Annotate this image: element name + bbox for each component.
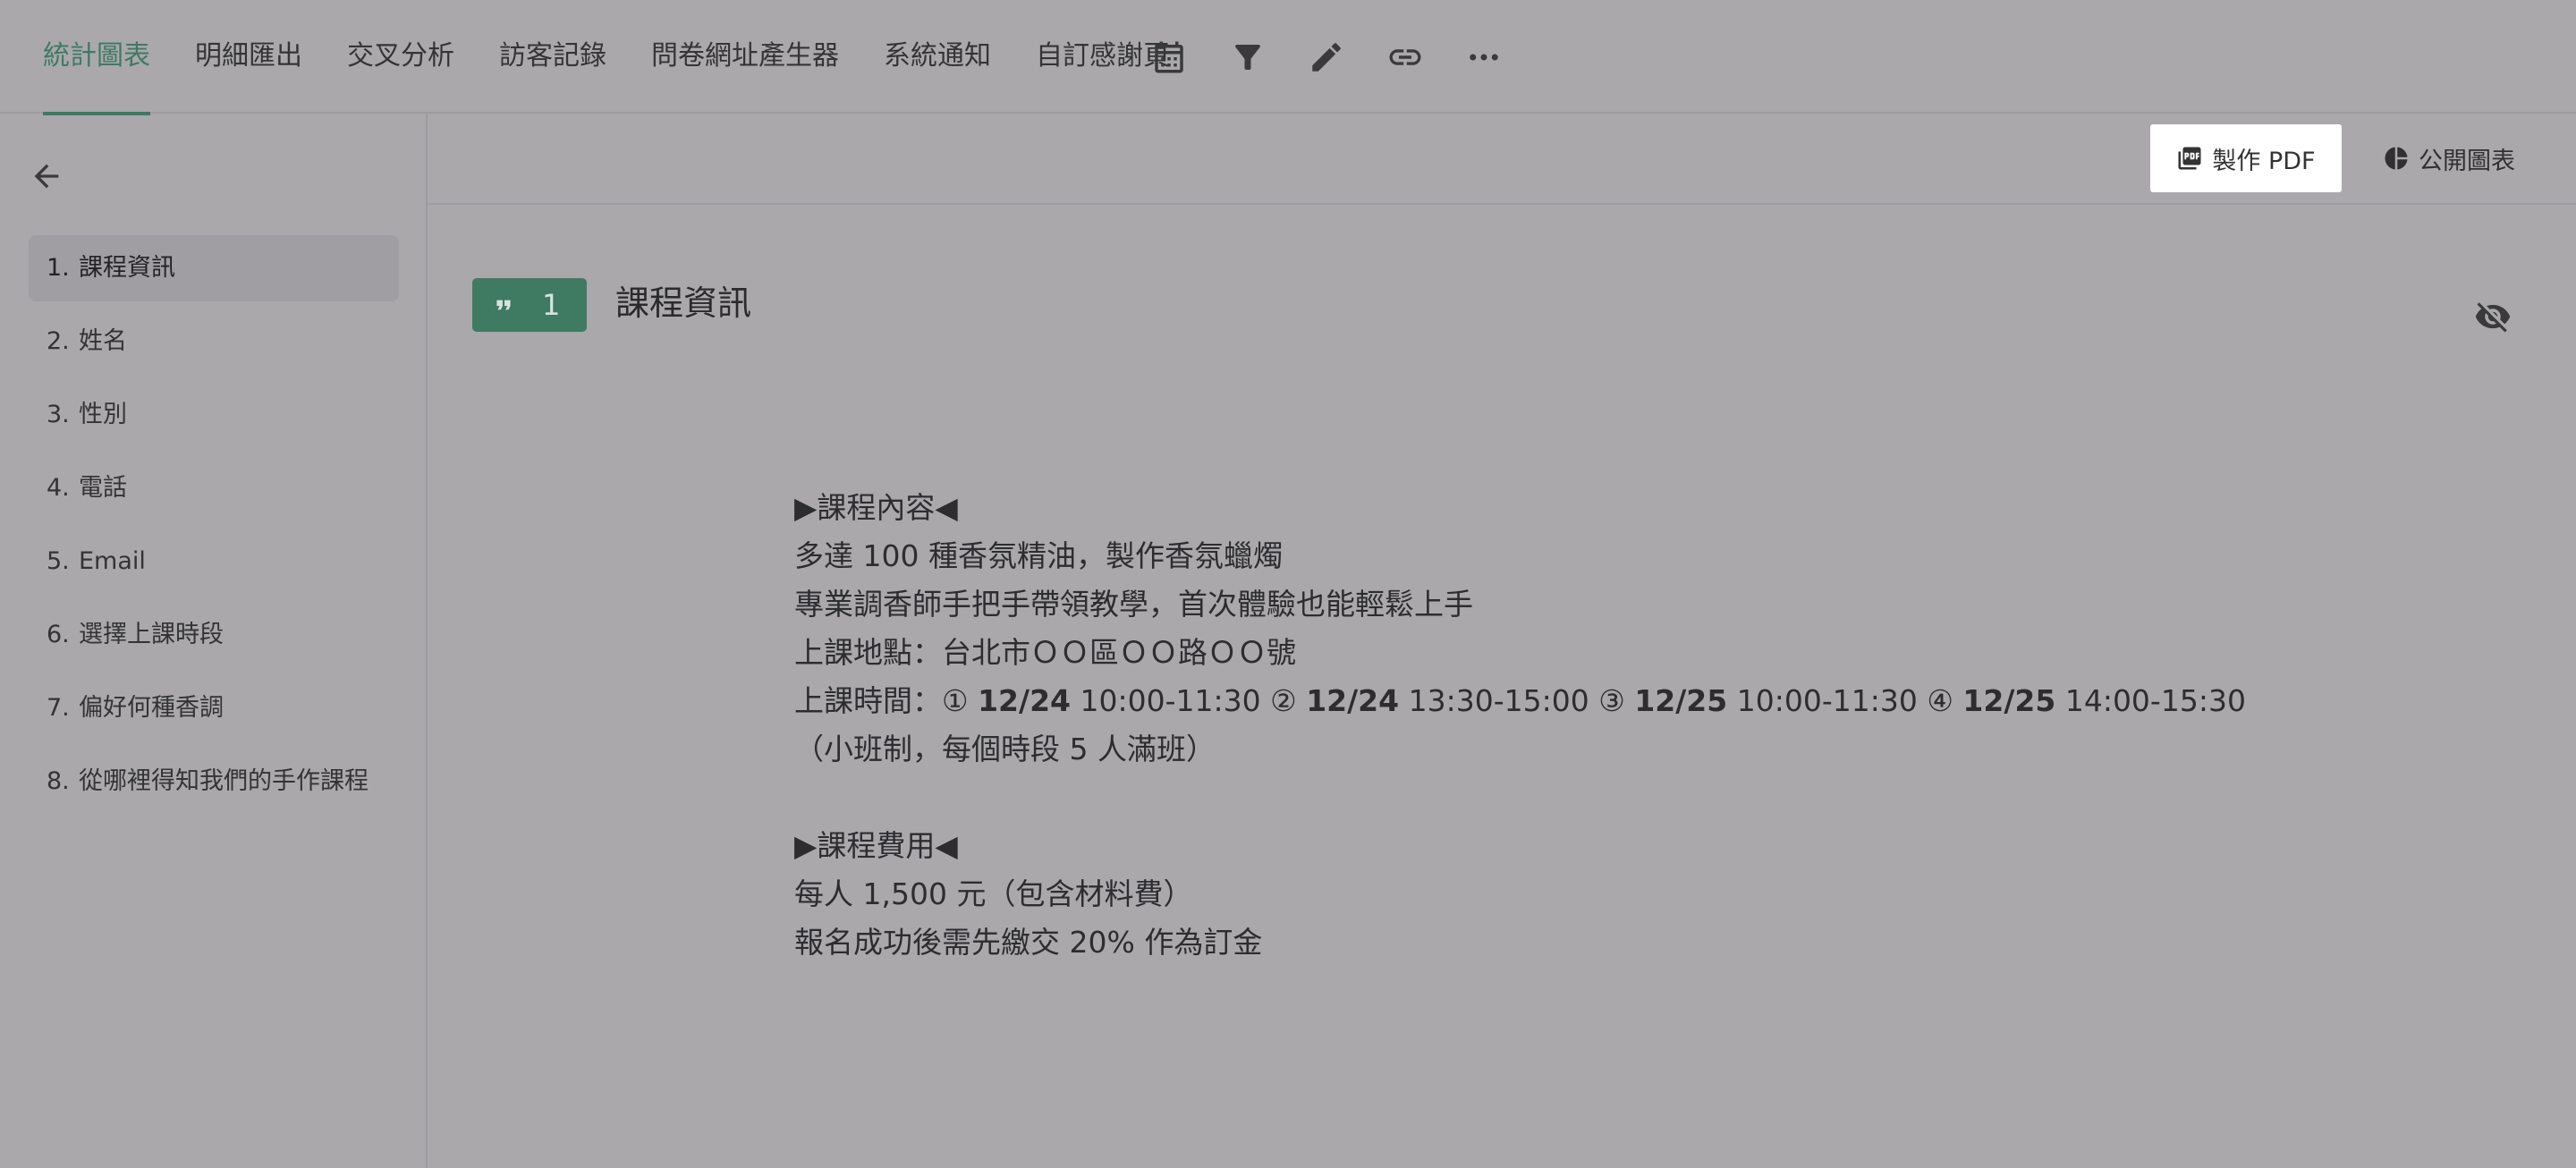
question-item-8[interactable]: 8. 從哪裡得知我們的手作課程 xyxy=(29,749,399,815)
question-number: 1 xyxy=(542,288,561,322)
make-pdf-button[interactable]: 製作 PDF xyxy=(2150,124,2342,192)
question-sidebar: 1. 課程資訊 2. 姓名 3. 性別 4. 電話 5. Email 6. 選擇… xyxy=(0,114,428,1168)
slot-time: 14:00-15:30 xyxy=(2064,683,2246,718)
slot-mark: ④ xyxy=(1927,683,1953,718)
question-item-4[interactable]: 4. 電話 xyxy=(29,455,399,521)
schedule-prefix: 上課時間： xyxy=(794,683,942,718)
course-location: 上課地點：台北市ＯＯ區ＯＯ路ＯＯ號 xyxy=(794,635,1296,670)
public-chart-label: 公開圖表 xyxy=(2419,147,2515,175)
slot-date: 12/24 xyxy=(1306,683,1400,718)
question-number: 2. xyxy=(47,327,70,355)
slot-time: 10:00-11:30 xyxy=(1736,683,1918,718)
question-number: 7. xyxy=(47,694,70,722)
top-nav-bar: 統計圖表 明細匯出 交叉分析 訪客記錄 問卷網址產生器 系統通知 自訂感謝頁 xyxy=(0,0,2576,115)
public-chart-button[interactable]: 公開圖表 xyxy=(2383,124,2535,192)
quote-icon xyxy=(496,300,511,310)
course-content-heading: ▶課程內容◀ xyxy=(794,490,958,525)
slot-mark: ③ xyxy=(1598,683,1625,718)
slot-mark: ② xyxy=(1270,683,1297,718)
question-label: 性別 xyxy=(79,401,127,428)
question-label: 從哪裡得知我們的手作課程 xyxy=(79,767,369,795)
tab-statistics-charts[interactable]: 統計圖表 xyxy=(43,0,150,115)
edit-icon[interactable] xyxy=(1308,38,1345,76)
course-schedule: 上課時間：① 12/24 10:00-11:30 ② 12/24 13:30-1… xyxy=(794,677,2246,725)
course-fee: 每人 1,500 元（包含材料費） xyxy=(794,876,1193,911)
question-item-2[interactable]: 2. 姓名 xyxy=(29,309,399,375)
question-item-5[interactable]: 5. Email xyxy=(29,529,399,595)
slot-time: 10:00-11:30 xyxy=(1080,683,1261,718)
question-number: 6. xyxy=(47,621,70,648)
pdf-icon xyxy=(2178,147,2201,170)
question-label: 電話 xyxy=(79,474,127,502)
make-pdf-label: 製作 PDF xyxy=(2212,147,2316,175)
description-line: 多達 100 種香氛精油，製作香氛蠟燭 xyxy=(794,538,1283,573)
chart-action-bar: 製作 PDF 公開圖表 xyxy=(428,114,2576,205)
back-arrow-icon[interactable] xyxy=(29,158,64,194)
slot-mark: ① xyxy=(942,683,969,718)
question-number: 8. xyxy=(47,767,70,795)
pie-chart-icon xyxy=(2385,147,2408,170)
filter-icon[interactable] xyxy=(1229,38,1267,76)
link-icon[interactable] xyxy=(1386,38,1424,76)
tab-cross-analysis[interactable]: 交叉分析 xyxy=(347,0,454,114)
question-label: 偏好何種香調 xyxy=(79,694,224,722)
question-title: 課程資訊 xyxy=(615,284,752,323)
tab-detail-export[interactable]: 明細匯出 xyxy=(195,0,302,114)
question-item-6[interactable]: 6. 選擇上課時段 xyxy=(29,602,399,668)
calendar-icon[interactable] xyxy=(1150,38,1188,76)
course-fee-heading: ▶課程費用◀ xyxy=(794,828,958,863)
question-label: Email xyxy=(79,547,146,575)
question-number: 5. xyxy=(47,547,70,575)
deposit-note: 報名成功後需先繳交 20% 作為訂金 xyxy=(794,925,1263,960)
slot-date: 12/25 xyxy=(1962,683,2056,718)
question-item-7[interactable]: 7. 偏好何種香調 xyxy=(29,675,399,741)
description-line: 專業調香師手把手帶領教學，首次體驗也能輕鬆上手 xyxy=(794,587,1473,622)
question-label: 選擇上課時段 xyxy=(79,621,224,648)
question-number: 4. xyxy=(47,474,70,502)
slot-time: 13:30-15:00 xyxy=(1408,683,1589,718)
question-number: 3. xyxy=(47,401,70,428)
question-number: 1. xyxy=(47,254,70,282)
question-list: 1. 課程資訊 2. 姓名 3. 性別 4. 電話 5. Email 6. 選擇… xyxy=(29,235,399,822)
question-label: 姓名 xyxy=(79,327,127,355)
tab-system-notifications[interactable]: 系統通知 xyxy=(884,0,991,114)
question-item-1[interactable]: 1. 課程資訊 xyxy=(29,235,399,301)
question-number-badge: 1 xyxy=(472,278,587,332)
slot-date: 12/25 xyxy=(1634,683,1728,718)
class-size-note: （小班制，每個時段 5 人滿班） xyxy=(794,732,1216,766)
question-label: 課程資訊 xyxy=(79,254,175,282)
tab-survey-url-generator[interactable]: 問卷網址產生器 xyxy=(651,0,839,114)
tab-list: 統計圖表 明細匯出 交叉分析 訪客記錄 問卷網址產生器 系統通知 自訂感謝頁 xyxy=(43,0,1215,115)
more-icon[interactable] xyxy=(1465,38,1503,76)
slot-date: 12/24 xyxy=(978,683,1071,718)
question-item-3[interactable]: 3. 性別 xyxy=(29,382,399,448)
tab-visitor-records[interactable]: 訪客記錄 xyxy=(499,0,606,114)
question-description: ▶課程內容◀ 多達 100 種香氛精油，製作香氛蠟燭 專業調香師手把手帶領教學，… xyxy=(794,484,2246,967)
hide-question-icon[interactable] xyxy=(2474,298,2512,335)
